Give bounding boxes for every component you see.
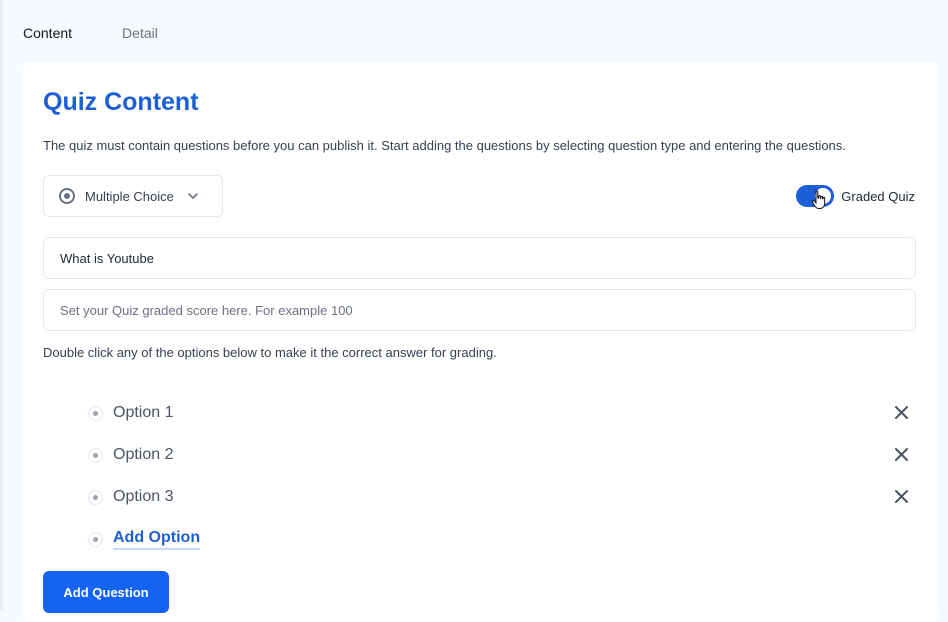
option-radio[interactable] <box>88 447 103 463</box>
option-label[interactable]: Option 2 <box>113 446 173 464</box>
quiz-description: The quiz must contain questions before y… <box>43 138 846 153</box>
option-label[interactable]: Option 1 <box>113 404 173 422</box>
option-radio[interactable] <box>88 489 103 505</box>
question-type-dropdown[interactable]: Multiple Choice <box>43 175 223 217</box>
list-item: Option 3 <box>88 476 918 518</box>
tab-bar: Content Detail <box>23 25 158 41</box>
question-type-value: Multiple Choice <box>85 188 174 204</box>
graded-quiz-label: Graded Quiz <box>841 188 915 204</box>
graded-quiz-toggle[interactable] <box>796 185 835 209</box>
tab-content[interactable]: Content <box>23 25 72 41</box>
option-label[interactable]: Option 3 <box>113 488 173 506</box>
question-input[interactable]: What is Youtube <box>43 237 916 279</box>
close-icon[interactable] <box>895 448 908 466</box>
graded-quiz-control: Graded Quiz <box>796 185 915 209</box>
list-item: Option 2 <box>88 434 918 476</box>
options-hint: Double click any of the options below to… <box>43 345 497 360</box>
hand-cursor-icon <box>811 190 826 209</box>
add-option-row: Add Option <box>88 518 918 560</box>
quiz-content-card: Quiz Content The quiz must contain quest… <box>23 62 940 622</box>
right-border <box>938 62 948 610</box>
add-option-link[interactable]: Add Option <box>113 529 201 550</box>
left-border <box>0 0 3 610</box>
tab-detail[interactable]: Detail <box>122 25 158 41</box>
chevron-down-icon <box>188 193 198 199</box>
option-radio <box>88 531 103 547</box>
option-radio[interactable] <box>88 405 103 421</box>
radio-target-icon <box>59 188 75 204</box>
page-title: Quiz Content <box>43 88 199 116</box>
close-icon[interactable] <box>895 490 908 508</box>
options-list: Option 1 Option 2 Option 3 Add Option <box>88 392 918 560</box>
close-icon[interactable] <box>895 406 908 424</box>
graded-score-input[interactable]: Set your Quiz graded score here. For exa… <box>43 289 916 331</box>
add-question-button[interactable]: Add Question <box>43 571 169 613</box>
list-item: Option 1 <box>88 392 918 434</box>
